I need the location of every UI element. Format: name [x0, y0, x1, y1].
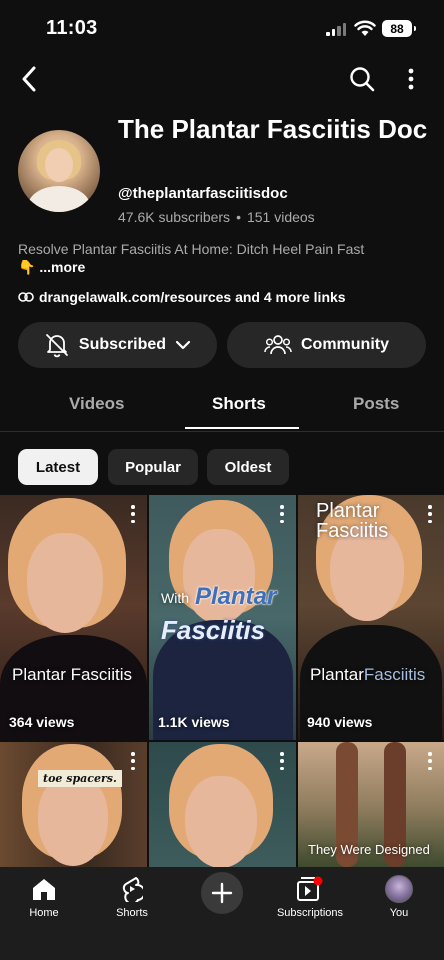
- battery-icon: 88: [382, 20, 416, 37]
- channel-links[interactable]: drangelawalk.com/resources and 4 more li…: [18, 289, 346, 305]
- short-overlay-title: Plantar Fasciitis: [316, 500, 389, 542]
- short-overlay-title: Plantar: [195, 583, 277, 610]
- search-button[interactable]: [346, 62, 378, 96]
- short-thumbnail[interactable]: Plantar Fasciitis PlantarFasciitis 940 v…: [298, 495, 444, 740]
- community-label: Community: [301, 336, 389, 353]
- nav-shorts-label: Shorts: [116, 907, 148, 919]
- chip-popular[interactable]: Popular: [108, 449, 198, 485]
- plus-icon: [211, 882, 233, 904]
- short-more-icon[interactable]: [276, 752, 288, 770]
- short-overlay-text: Plantar Fasciitis: [12, 665, 132, 684]
- short-thumbnail[interactable]: With Plantar Fasciitis 1.1K views: [149, 495, 296, 740]
- short-overlay-text: PlantarFasciitis: [310, 665, 425, 685]
- nav-subscriptions[interactable]: Subscriptions: [270, 875, 350, 919]
- home-icon: [33, 879, 55, 900]
- wifi-icon: [354, 20, 376, 36]
- overlay-text-part: Plantar: [310, 665, 364, 684]
- chevron-down-icon: [175, 340, 191, 350]
- stats-separator: •: [236, 209, 241, 225]
- short-thumbnail[interactable]: They Were Designed: [298, 742, 444, 867]
- channel-handle: @theplantarfasciitisdoc: [118, 185, 288, 202]
- video-count: 151 videos: [246, 209, 315, 225]
- short-thumbnail[interactable]: Plantar Fasciitis 364 views: [0, 495, 147, 740]
- subscriptions-icon: [297, 876, 323, 901]
- short-overlay-subtitle: Fasciitis: [161, 615, 266, 645]
- tab-shorts[interactable]: Shorts: [212, 394, 266, 414]
- chip-oldest[interactable]: Oldest: [207, 449, 289, 485]
- community-button[interactable]: Community: [227, 322, 426, 368]
- nav-you-label: You: [389, 907, 409, 919]
- short-views: 364 views: [9, 714, 75, 730]
- back-arrow-icon: [22, 66, 36, 92]
- nav-home[interactable]: Home: [4, 875, 84, 919]
- short-thumbnail[interactable]: [149, 742, 296, 867]
- links-text: drangelawalk.com/resources and 4 more li…: [39, 289, 346, 305]
- channel-avatar[interactable]: [18, 130, 100, 212]
- shorts-icon: [122, 877, 143, 902]
- nav-you[interactable]: You: [359, 875, 439, 919]
- subscriber-count: 47.6K subscribers: [118, 209, 231, 225]
- short-thumbnail[interactable]: toe spacers.: [0, 742, 147, 867]
- short-more-icon[interactable]: [424, 752, 436, 770]
- description-more-link[interactable]: ...more: [39, 259, 85, 275]
- short-more-icon[interactable]: [424, 505, 436, 523]
- channel-title: The Plantar Fasciitis Doc: [118, 114, 428, 144]
- link-icon: [18, 292, 34, 302]
- short-overlay-small-text: With: [161, 590, 189, 606]
- nav-home-label: Home: [29, 907, 59, 919]
- status-bar: 11:03 88: [0, 0, 444, 58]
- short-more-icon[interactable]: [276, 505, 288, 523]
- battery-level: 88: [390, 21, 404, 36]
- short-views: 1.1K views: [158, 714, 230, 730]
- search-icon: [350, 67, 375, 92]
- short-overlay-text: They Were Designed: [308, 842, 430, 857]
- channel-description[interactable]: Resolve Plantar Fasciitis At Home: Ditch…: [18, 240, 428, 276]
- community-icon: [264, 335, 292, 355]
- subscribed-button[interactable]: Subscribed: [18, 322, 217, 368]
- back-button[interactable]: [14, 62, 44, 96]
- more-options-button[interactable]: [398, 62, 424, 96]
- short-more-icon[interactable]: [127, 505, 139, 523]
- description-text: Resolve Plantar Fasciitis At Home: Ditch…: [18, 241, 365, 257]
- overlay-text-highlight: Fasciitis: [363, 665, 426, 684]
- active-tab-indicator: [185, 427, 299, 429]
- you-avatar: [385, 875, 413, 903]
- create-button[interactable]: [201, 872, 243, 914]
- subscribed-label: Subscribed: [78, 336, 167, 353]
- short-overlay-text: toe spacers.: [38, 770, 122, 787]
- channel-stats: 47.6K subscribers • 151 videos: [118, 209, 315, 225]
- status-time: 11:03: [46, 17, 98, 39]
- short-more-icon[interactable]: [127, 752, 139, 770]
- bottom-nav: Home Shorts Subscriptions You: [0, 867, 444, 960]
- nav-subscriptions-label: Subscriptions: [276, 907, 344, 919]
- tab-posts[interactable]: Posts: [353, 394, 399, 414]
- more-vert-icon: [408, 68, 414, 90]
- signal-icon: [326, 23, 346, 36]
- nav-shorts[interactable]: Shorts: [92, 875, 172, 919]
- bell-icon: [46, 334, 68, 358]
- chip-latest[interactable]: Latest: [18, 449, 98, 485]
- pointing-down-emoji: 👇: [18, 259, 36, 275]
- short-views: 940 views: [307, 714, 373, 730]
- tab-videos[interactable]: Videos: [69, 394, 124, 414]
- channel-tabs: Videos Shorts Posts: [0, 380, 444, 432]
